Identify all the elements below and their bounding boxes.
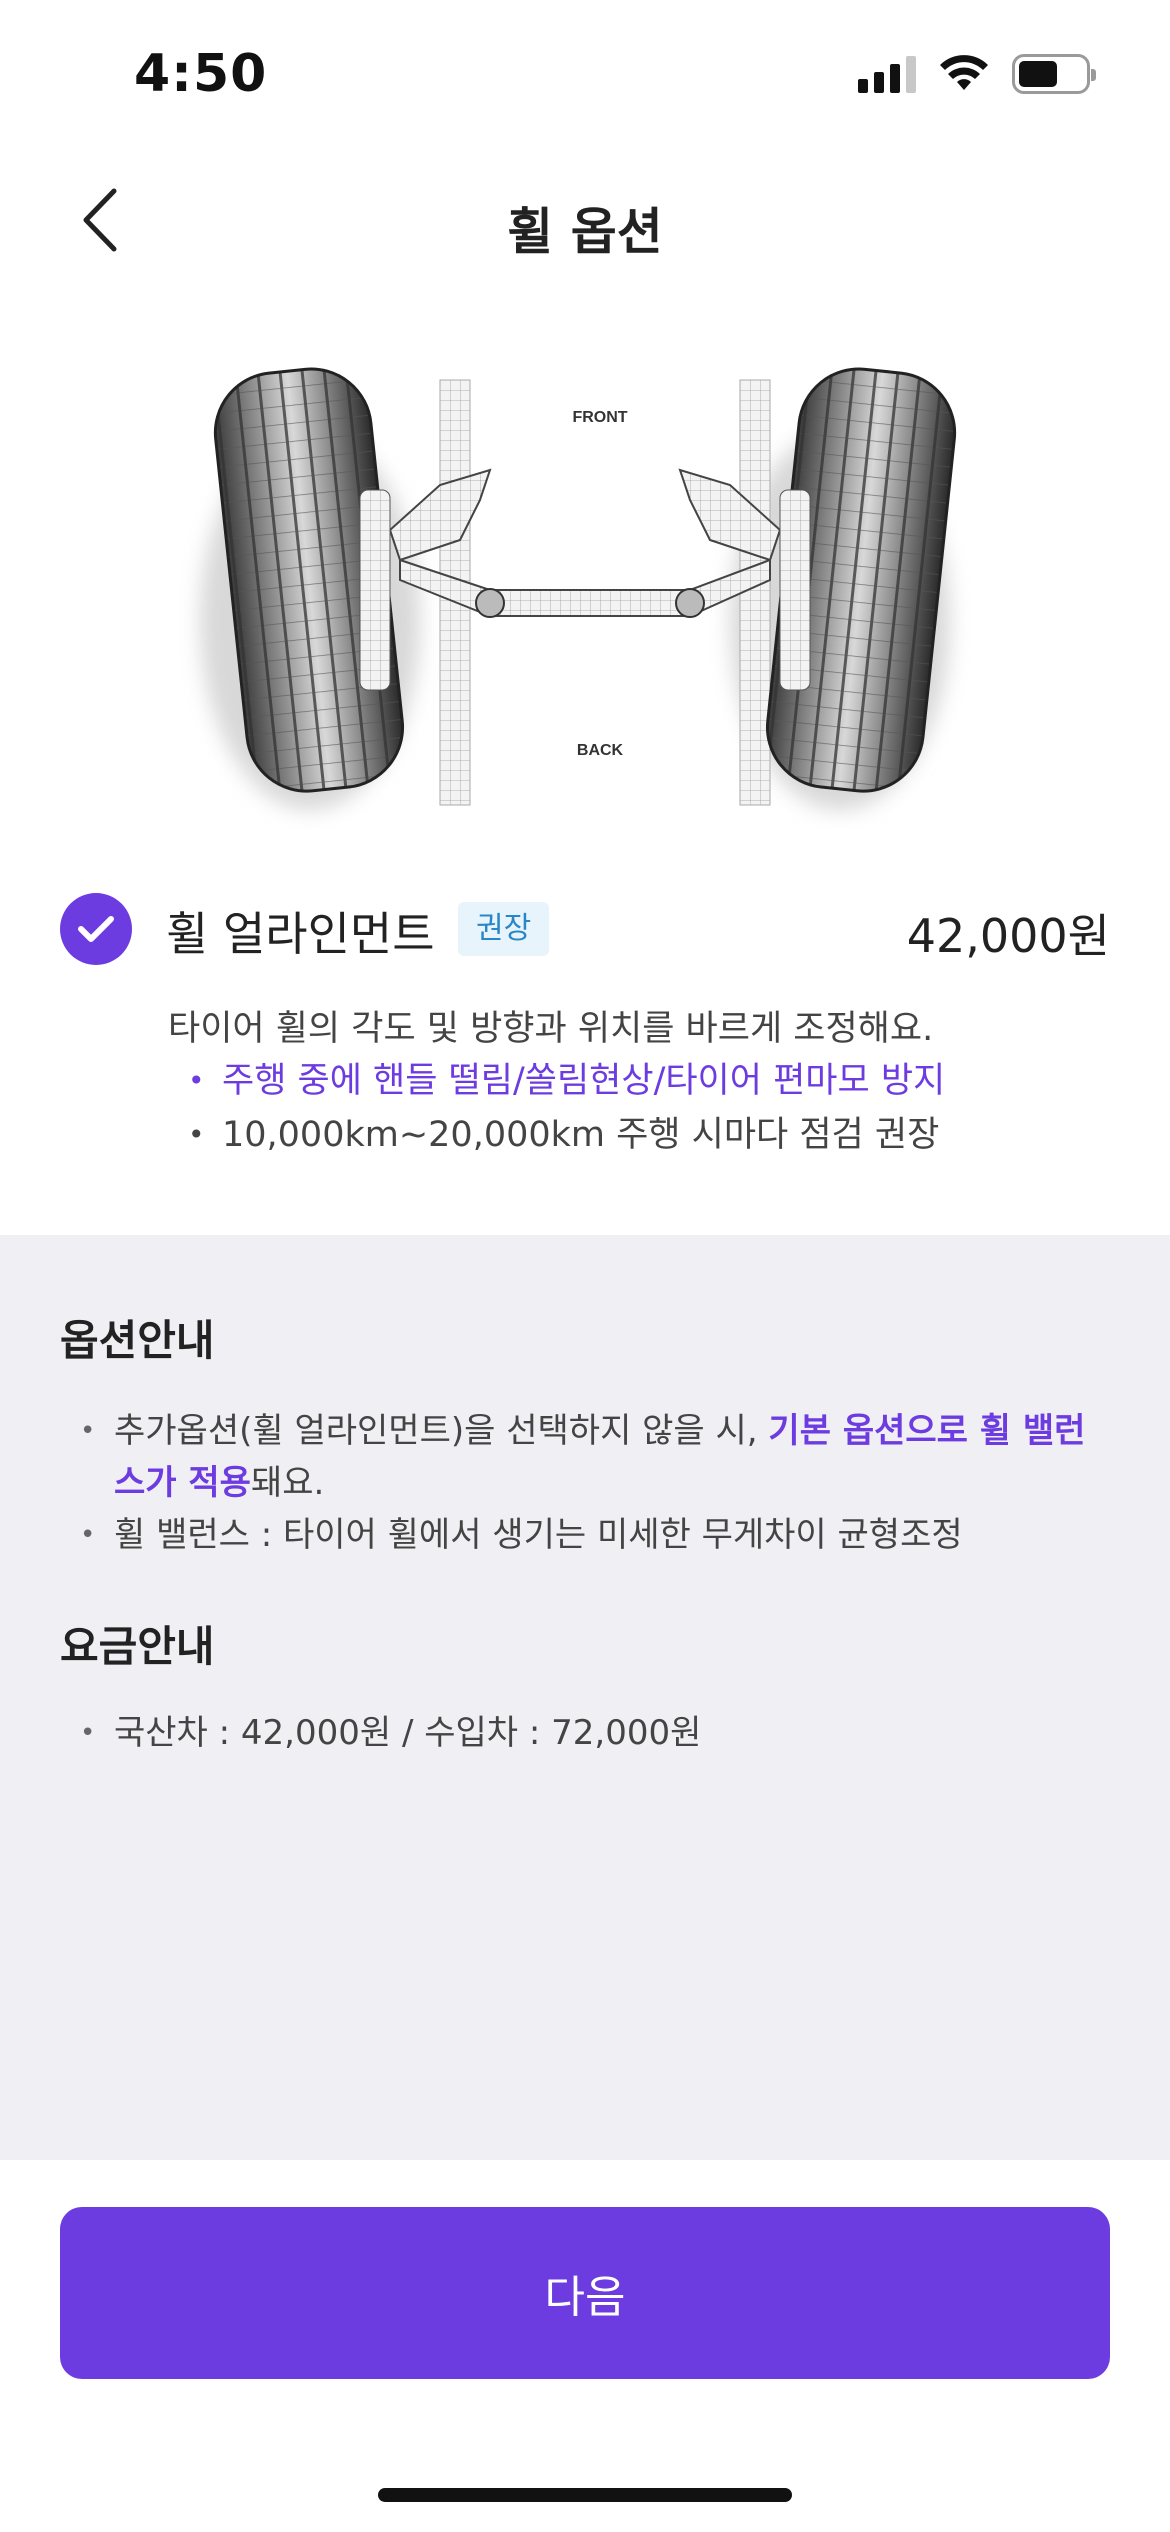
wheel-alignment-illustration: FRONT BACK	[160, 350, 1010, 830]
front-label: FRONT	[572, 409, 627, 426]
status-icons	[858, 54, 1096, 94]
option-info-item: 휠 밸런스 : 타이어 휠에서 생기는 미세한 무게차이 균형조정	[80, 1509, 1110, 1561]
option-checkbox[interactable]	[60, 893, 132, 965]
cellular-signal-icon	[858, 55, 916, 93]
price-info-title: 요금안내	[60, 1622, 215, 1671]
status-time: 4:50	[134, 44, 268, 104]
option-info-item: 추가옵션(휠 얼라인먼트)을 선택하지 않을 시, 기본 옵션으로 휠 밸런스가…	[80, 1405, 1110, 1509]
option-price: 42,000원	[906, 909, 1110, 963]
feature-item: 10,000km~20,000km 주행 시마다 점검 권장	[188, 1108, 945, 1162]
home-indicator[interactable]	[378, 2488, 792, 2502]
battery-icon	[1012, 54, 1096, 94]
page-title: 휠 옵션	[507, 203, 663, 261]
option-info-list: 추가옵션(휠 얼라인먼트)을 선택하지 않을 시, 기본 옵션으로 휠 밸런스가…	[80, 1405, 1110, 1561]
back-label: BACK	[577, 742, 624, 759]
option-description: 타이어 휠의 각도 및 방향과 위치를 바르게 조정해요.	[168, 1009, 934, 1049]
feature-item: 주행 중에 핸들 떨림/쏠림현상/타이어 편마모 방지	[188, 1054, 945, 1108]
checkmark-icon	[78, 916, 114, 942]
status-bar: 4:50	[0, 0, 1170, 150]
next-button[interactable]: 다음	[60, 2207, 1110, 2379]
option-name: 휠 얼라인먼트	[166, 907, 435, 961]
option-row-wheel-alignment[interactable]: 휠 얼라인먼트 권장 42,000원	[60, 890, 1110, 970]
wifi-icon	[940, 55, 988, 90]
info-panel: 옵션안내 추가옵션(휠 얼라인먼트)을 선택하지 않을 시, 기본 옵션으로 휠…	[0, 1235, 1170, 2160]
price-info-item: 국산차 : 42,000원 / 수입차 : 72,000원	[80, 1707, 1110, 1759]
header: 휠 옵션	[0, 160, 1170, 280]
option-info-title: 옵션안내	[60, 1316, 215, 1365]
recommend-badge: 권장	[458, 902, 550, 956]
price-info-list: 국산차 : 42,000원 / 수입차 : 72,000원	[80, 1707, 1110, 1759]
option-feature-list: 주행 중에 핸들 떨림/쏠림현상/타이어 편마모 방지 10,000km~20,…	[188, 1054, 945, 1162]
